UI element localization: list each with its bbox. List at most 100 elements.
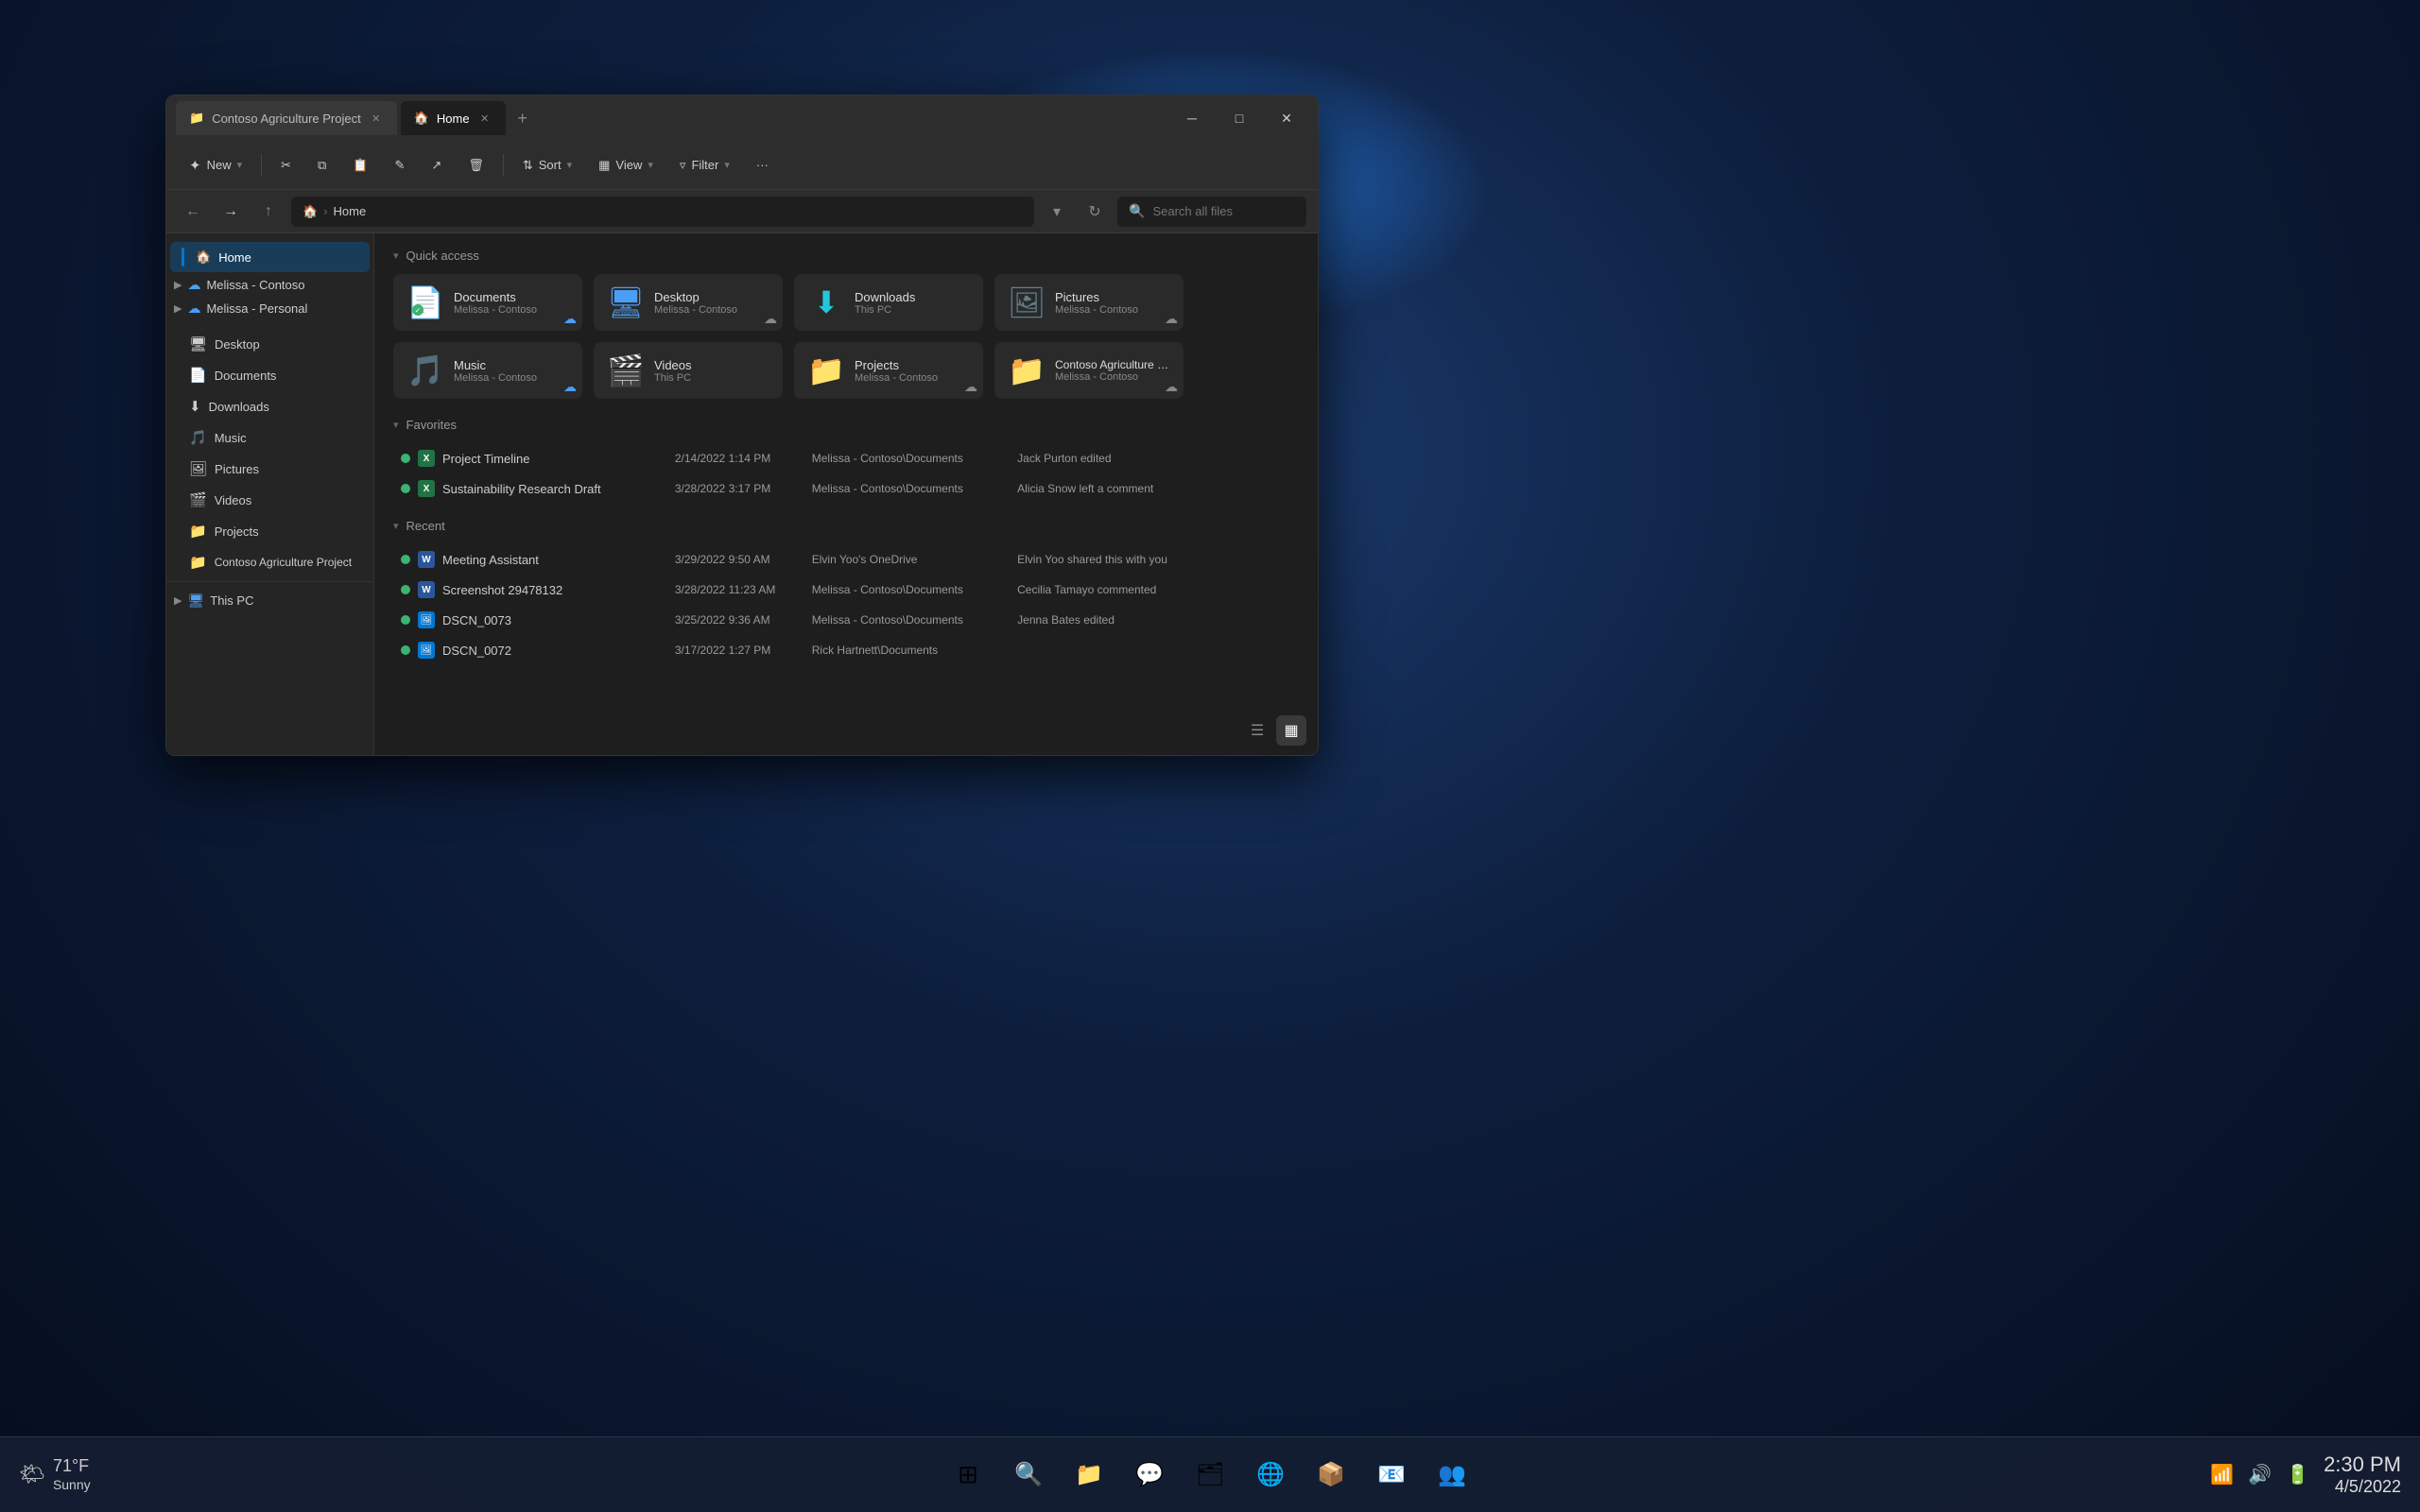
close-button[interactable]: ✕ (1265, 103, 1308, 133)
back-button[interactable]: ← (178, 197, 208, 227)
sidebar-item-home[interactable]: 🏠 Home (170, 242, 370, 272)
folder-sub-projects: Melissa - Contoso (855, 372, 970, 384)
file-explorer-icon: 📁 (1075, 1461, 1103, 1488)
file-name-dscn0073: 🖼 DSCN_0073 (401, 611, 675, 628)
teams-button[interactable]: 👥 (1426, 1450, 1478, 1501)
tab-home[interactable]: 🏠 Home ✕ (401, 101, 506, 135)
grid-view-button[interactable]: ▦ (1276, 715, 1306, 746)
folder-card-documents[interactable]: 📄 ✓ Documents Melissa - Contoso ☁ (393, 274, 582, 331)
folder2-icon: 🗂 (1196, 1461, 1224, 1488)
more-button[interactable]: ··· (745, 148, 780, 182)
projects-icon: 📁 (189, 523, 207, 540)
favorite-row-project-timeline[interactable]: X Project Timeline 2/14/2022 1:14 PM Mel… (393, 443, 1299, 473)
file-date-dscn0072: 3/17/2022 1:27 PM (675, 644, 812, 657)
sidebar-item-contoso-project[interactable]: 📁 Contoso Agriculture Project (170, 547, 370, 577)
recent-row-screenshot[interactable]: W Screenshot 29478132 3/28/2022 11:23 AM… (393, 575, 1299, 605)
quick-access-grid: 📄 ✓ Documents Melissa - Contoso ☁ 🖥 (393, 274, 1299, 399)
edge-button[interactable]: 🌐 (1245, 1450, 1296, 1501)
path-dropdown[interactable]: ▾ (1042, 197, 1072, 227)
main-area: 🏠 Home ▶ ☁ Melissa - Contoso ▶ ☁ Melissa… (166, 233, 1318, 755)
taskbar-clock[interactable]: 2:30 PM 4/5/2022 (2324, 1452, 2401, 1497)
outlook-button[interactable]: 📧 (1366, 1450, 1417, 1501)
recent-header[interactable]: ▾ Recent (393, 519, 1299, 533)
favorite-row-sustainability[interactable]: X Sustainability Research Draft 3/28/202… (393, 473, 1299, 504)
favorites-header[interactable]: ▾ Favorites (393, 418, 1299, 432)
search-box[interactable]: 🔍 (1117, 197, 1306, 227)
folder-card-downloads[interactable]: ⬇ Downloads This PC (794, 274, 983, 331)
view-button[interactable]: ▦ View ▾ (587, 148, 665, 182)
contoso-cloud-icon: ☁ (187, 277, 200, 293)
file-name-screenshot: W Screenshot 29478132 (401, 581, 675, 598)
sidebar-home-label: Home (218, 250, 251, 265)
paste-button[interactable]: 📋 (341, 148, 379, 182)
folder-sub-contoso-agri: Melissa - Contoso (1055, 371, 1170, 383)
file-activity-meeting-assistant: Elvin Yoo shared this with you (1017, 553, 1291, 566)
sidebar-this-pc-header[interactable]: ▶ 🖥 This PC (166, 589, 373, 612)
folder-icon-projects: 📁 (807, 352, 845, 389)
start-button[interactable]: ⊞ (942, 1450, 994, 1501)
delete-button[interactable]: 🗑 (457, 148, 495, 182)
rename-button[interactable]: ✎ (384, 148, 417, 182)
sidebar-personal-header[interactable]: ▶ ☁ Melissa - Personal (166, 297, 373, 320)
sidebar-item-desktop[interactable]: 🖥 Desktop 📌 (170, 329, 370, 359)
recent-toggle: ▾ (393, 520, 399, 532)
file-activity-screenshot: Cecilia Tamayo commented (1017, 583, 1291, 596)
maximize-button[interactable]: □ (1218, 103, 1261, 133)
refresh-button[interactable]: ↻ (1080, 197, 1110, 227)
folder-card-contoso-agri[interactable]: 📁 Contoso Agriculture Project Melissa - … (994, 342, 1184, 399)
search-icon: 🔍 (1129, 203, 1145, 219)
quick-access-header[interactable]: ▾ Quick access (393, 249, 1299, 263)
filter-icon: ▿ (680, 158, 686, 173)
sidebar-item-projects[interactable]: 📁 Projects 📌 (170, 516, 370, 546)
cut-button[interactable]: ✂ (269, 148, 302, 182)
minimize-button[interactable]: ─ (1170, 103, 1214, 133)
chat-button[interactable]: 💬 (1124, 1450, 1175, 1501)
outlook-icon: 📧 (1377, 1461, 1406, 1488)
folder2-taskbar[interactable]: 🗂 (1184, 1450, 1236, 1501)
excel-icon-1: X (418, 480, 435, 497)
tab-contoso[interactable]: 📁 Contoso Agriculture Project ✕ (176, 101, 397, 135)
documents-icon: 📄 (189, 367, 207, 384)
chat-icon: 💬 (1135, 1461, 1164, 1488)
file-explorer-taskbar[interactable]: 📁 (1063, 1450, 1115, 1501)
forward-button[interactable]: → (216, 197, 246, 227)
app1-button[interactable]: 📦 (1305, 1450, 1357, 1501)
sidebar-item-videos[interactable]: 🎬 Videos 📌 (170, 485, 370, 515)
folder-card-videos[interactable]: 🎬 Videos This PC (594, 342, 783, 399)
share-button[interactable]: ↗ (420, 148, 453, 182)
recent-row-dscn0072[interactable]: 🖼 DSCN_0072 3/17/2022 1:27 PM Rick Hartn… (393, 635, 1299, 665)
new-button[interactable]: ✦ New ▾ (178, 148, 253, 182)
teams-icon: 👥 (1438, 1461, 1466, 1488)
recent-row-dscn0073[interactable]: 🖼 DSCN_0073 3/25/2022 9:36 AM Melissa - … (393, 605, 1299, 635)
search-input[interactable] (1152, 204, 1295, 218)
tab-home-close[interactable]: ✕ (477, 111, 493, 126)
folder-card-desktop[interactable]: 🖥 Desktop Melissa - Contoso ☁ (594, 274, 783, 331)
sort-button[interactable]: ⇅ Sort ▾ (511, 148, 583, 182)
folder-icon-downloads: ⬇ (807, 284, 845, 321)
copy-button[interactable]: ⧉ (306, 148, 337, 182)
tab-contoso-close[interactable]: ✕ (369, 111, 384, 126)
volume-icon: 🔊 (2248, 1463, 2272, 1486)
sidebar-item-pictures[interactable]: 🖼 Pictures 📌 (170, 454, 370, 484)
list-view-button[interactable]: ☰ (1242, 715, 1272, 746)
sidebar-item-music[interactable]: 🎵 Music 📌 (170, 422, 370, 453)
filter-button[interactable]: ▿ Filter ▾ (668, 148, 741, 182)
sidebar-item-documents[interactable]: 📄 Documents 📌 (170, 360, 370, 390)
weather-temp: 71°F (53, 1456, 91, 1477)
sidebar: 🏠 Home ▶ ☁ Melissa - Contoso ▶ ☁ Melissa… (166, 233, 374, 755)
address-path[interactable]: 🏠 › Home (291, 197, 1034, 227)
folder-card-music[interactable]: 🎵 Music Melissa - Contoso ☁ (393, 342, 582, 399)
expand-thispc-icon: ▶ (174, 594, 182, 607)
new-tab-button[interactable]: + (510, 105, 536, 131)
taskbar-weather[interactable]: 🌤 71°F Sunny (19, 1456, 91, 1492)
search-button[interactable]: 🔍 (1003, 1450, 1054, 1501)
new-chevron: ▾ (237, 159, 243, 171)
folder-card-pictures[interactable]: 🖼 Pictures Melissa - Contoso ☁ (994, 274, 1184, 331)
folder-card-projects[interactable]: 📁 Projects Melissa - Contoso ☁ (794, 342, 983, 399)
sort-icon: ⇅ (523, 158, 533, 173)
recent-row-meeting-assistant[interactable]: W Meeting Assistant 3/29/2022 9:50 AM El… (393, 544, 1299, 575)
sidebar-item-downloads[interactable]: ⬇ Downloads 📌 (170, 391, 370, 421)
up-button[interactable]: ↑ (253, 197, 284, 227)
file-label-screenshot: Screenshot 29478132 (442, 583, 562, 597)
sidebar-contoso-header[interactable]: ▶ ☁ Melissa - Contoso (166, 273, 373, 297)
